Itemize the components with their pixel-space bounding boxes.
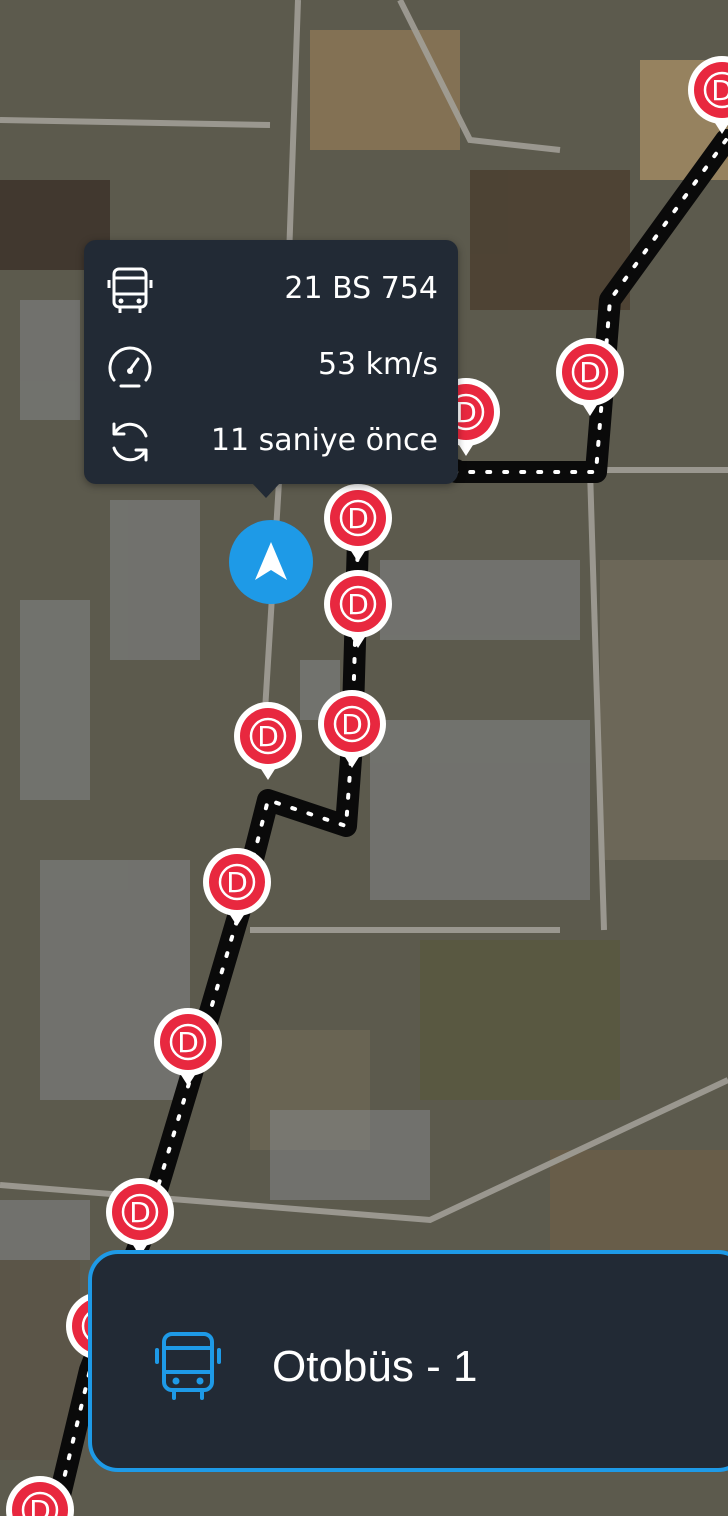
plate-row: 21 BS 754 bbox=[84, 254, 458, 324]
stop-letter: D bbox=[257, 720, 279, 753]
last-update-value: 11 saniye önce bbox=[210, 423, 438, 458]
speedometer-icon bbox=[108, 346, 152, 388]
bus-icon bbox=[155, 1332, 221, 1400]
vehicle-title: Otobüs - 1 bbox=[272, 1342, 478, 1391]
plate-value: 21 BS 754 bbox=[284, 271, 438, 306]
stop-letter: D bbox=[129, 1196, 151, 1229]
speed-row: 53 km/s bbox=[84, 330, 458, 400]
navigation-arrow-icon bbox=[255, 542, 287, 580]
stop-letter: D bbox=[347, 588, 369, 621]
speed-value: 53 km/s bbox=[317, 347, 438, 382]
vehicle-info-popup: 21 BS 754 53 km/s 11 saniye önce bbox=[84, 240, 458, 498]
refresh-icon bbox=[112, 422, 148, 462]
stop-letter: D bbox=[341, 708, 363, 741]
bus-icon bbox=[107, 267, 153, 313]
stop-letter: D bbox=[711, 74, 728, 107]
stop-letter: D bbox=[226, 866, 248, 899]
vehicle-select-card[interactable]: Otobüs - 1 bbox=[88, 1250, 728, 1472]
last-update-row: 11 saniye önce bbox=[84, 406, 458, 476]
stop-letter: D bbox=[177, 1026, 199, 1059]
stop-letter: D bbox=[455, 396, 477, 429]
vehicle-location-marker[interactable] bbox=[229, 520, 313, 604]
stop-letter: D bbox=[347, 502, 369, 535]
stop-letter: D bbox=[579, 356, 601, 389]
stop-letter: D bbox=[29, 1494, 51, 1516]
